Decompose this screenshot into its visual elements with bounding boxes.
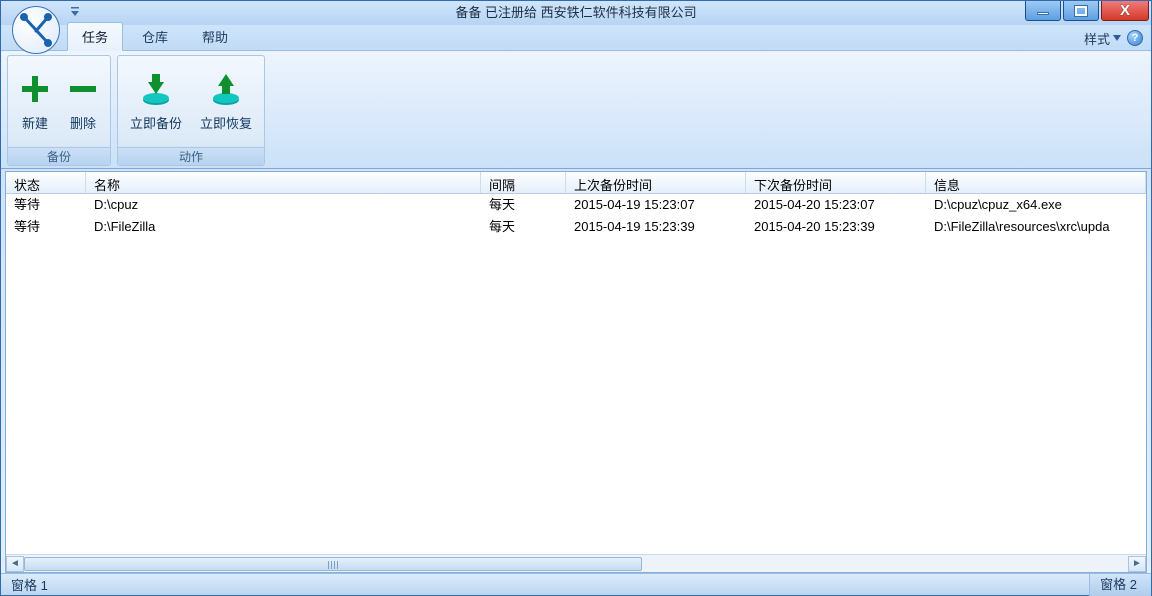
window-title: 备备 已注册给 西安铁仁软件科技有限公司 (455, 1, 696, 25)
group-label-action: 动作 (118, 147, 264, 165)
col-info[interactable]: 信息 (926, 172, 1146, 193)
help-icon[interactable]: ? (1127, 30, 1143, 46)
restore-now-label: 立即恢复 (200, 113, 252, 132)
close-button[interactable]: X (1101, 1, 1149, 21)
table-row[interactable]: 等待 D:\cpuz 每天 2015-04-19 15:23:07 2015-0… (6, 194, 1146, 216)
horizontal-scrollbar[interactable]: ◄ ► (6, 554, 1146, 572)
scroll-track[interactable] (24, 556, 1128, 572)
app-icon[interactable] (11, 5, 61, 55)
style-label: 样式 (1084, 29, 1110, 48)
delete-button[interactable]: 删除 (64, 69, 102, 134)
maximize-button[interactable] (1063, 1, 1099, 21)
col-interval[interactable]: 间隔 (481, 172, 566, 193)
minus-icon (68, 71, 98, 107)
tabs-right: 样式 ? (1084, 25, 1143, 51)
col-last[interactable]: 上次备份时间 (566, 172, 746, 193)
tab-repo[interactable]: 仓库 (127, 22, 183, 50)
download-icon (140, 71, 172, 107)
ribbon-group-action: 立即备份 立即恢复 动作 (117, 55, 265, 166)
ribbon-tabs: 任务 仓库 帮助 样式 ? (1, 25, 1151, 51)
status-pane-left: 窗格 1 (1, 575, 48, 594)
col-status[interactable]: 状态 (6, 172, 86, 193)
minimize-button[interactable] (1025, 1, 1061, 21)
col-next[interactable]: 下次备份时间 (746, 172, 926, 193)
window-buttons: X (1025, 1, 1149, 23)
status-bar: 窗格 1 窗格 2 (1, 573, 1151, 595)
delete-button-label: 删除 (70, 113, 96, 132)
style-dropdown[interactable]: 样式 (1084, 29, 1121, 48)
ribbon-group-backup: 新建 删除 备份 (7, 55, 111, 166)
col-name[interactable]: 名称 (86, 172, 481, 193)
upload-icon (210, 71, 242, 107)
tab-tasks[interactable]: 任务 (67, 22, 123, 51)
ribbon-body: 新建 删除 备份 (1, 51, 1151, 169)
qat-dropdown[interactable] (67, 3, 83, 21)
tab-help[interactable]: 帮助 (187, 22, 243, 50)
table-header: 状态 名称 间隔 上次备份时间 下次备份时间 信息 (6, 172, 1146, 194)
status-pane-right: 窗格 2 (1089, 574, 1151, 596)
task-table: 状态 名称 间隔 上次备份时间 下次备份时间 信息 等待 D:\cpuz 每天 … (5, 171, 1147, 573)
main-window: 备备 已注册给 西安铁仁软件科技有限公司 X (0, 0, 1152, 596)
new-button[interactable]: 新建 (16, 69, 54, 134)
scroll-thumb[interactable] (24, 557, 642, 571)
scroll-right-arrow[interactable]: ► (1128, 556, 1146, 572)
restore-now-button[interactable]: 立即恢复 (196, 69, 256, 134)
table-row[interactable]: 等待 D:\FileZilla 每天 2015-04-19 15:23:39 2… (6, 216, 1146, 238)
backup-now-label: 立即备份 (130, 113, 182, 132)
new-button-label: 新建 (22, 113, 48, 132)
scroll-left-arrow[interactable]: ◄ (6, 556, 24, 572)
table-body: 等待 D:\cpuz 每天 2015-04-19 15:23:07 2015-0… (6, 194, 1146, 554)
backup-now-button[interactable]: 立即备份 (126, 69, 186, 134)
group-label-backup: 备份 (8, 147, 110, 165)
plus-icon (20, 71, 50, 107)
